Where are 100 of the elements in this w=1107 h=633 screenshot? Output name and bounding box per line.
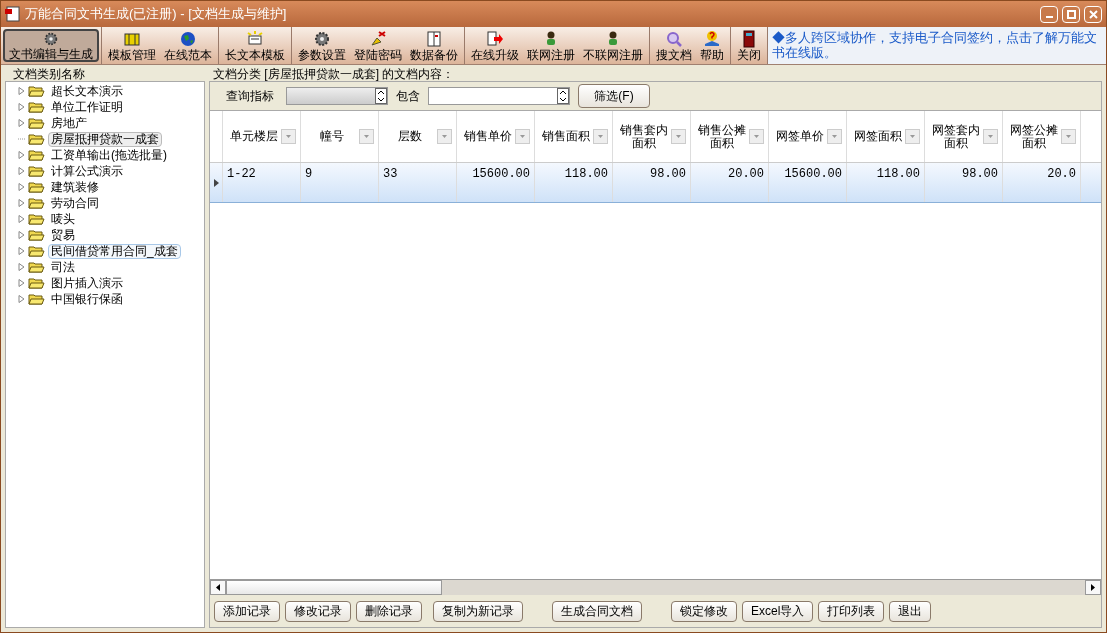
action-button[interactable]: 复制为新记录: [433, 600, 523, 622]
horizontal-scrollbar[interactable]: [210, 579, 1101, 595]
scroll-thumb[interactable]: [226, 580, 442, 595]
expand-arrow-icon[interactable]: [18, 247, 25, 255]
filter-button[interactable]: 筛选(F): [578, 84, 650, 108]
expand-arrow-icon[interactable]: [18, 215, 25, 223]
table-cell-text: 9: [305, 167, 313, 183]
column-header[interactable]: 网签单价: [769, 111, 847, 162]
field-dropdown[interactable]: [286, 87, 388, 105]
close-button[interactable]: [1084, 5, 1102, 23]
spinner-icon: [375, 88, 387, 104]
upgrade-icon: [486, 30, 504, 48]
tree-item[interactable]: 图片插入演示: [48, 275, 126, 291]
panel-title: 文档分类 [房屋抵押贷款一成套] 的文档内容：: [212, 67, 456, 81]
column-header[interactable]: 销售面积: [535, 111, 613, 162]
toolbar-button[interactable]: 长文本模板: [221, 27, 289, 64]
tree-item[interactable]: 超长文本演示: [48, 83, 126, 99]
column-header[interactable]: 网签公摊面积: [1003, 111, 1081, 162]
value-dropdown[interactable]: [428, 87, 570, 105]
minimize-button[interactable]: [1040, 5, 1058, 23]
tree-item[interactable]: 民间借贷常用合同_成套: [48, 243, 181, 259]
folder-icon: [28, 261, 45, 273]
maximize-button[interactable]: [1062, 5, 1080, 23]
help-icon: [703, 30, 721, 48]
column-header[interactable]: 层数: [379, 111, 457, 162]
folder-icon: [28, 245, 45, 257]
expand-arrow-icon[interactable]: [18, 263, 25, 271]
toolbar-button[interactable]: 在线升级: [467, 27, 523, 64]
action-button[interactable]: Excel导入: [742, 600, 814, 622]
tree-item[interactable]: 贸易: [48, 227, 78, 243]
expand-arrow-icon[interactable]: [18, 279, 25, 287]
table-cell-text: 118.00: [876, 167, 920, 183]
column-header[interactable]: 网签面积: [847, 111, 925, 162]
table-cell-text: 20.00: [728, 167, 764, 183]
table-cell-text: 118.00: [564, 167, 608, 183]
tree-item[interactable]: 房屋抵押贷款一成套: [48, 131, 162, 147]
tree-item[interactable]: 司法: [48, 259, 78, 275]
expand-arrow-icon[interactable]: [18, 295, 25, 303]
expand-arrow-icon[interactable]: [18, 167, 25, 175]
expand-arrow-icon[interactable]: [18, 151, 25, 159]
folder-icon: [28, 213, 45, 225]
toolbar-button[interactable]: 参数设置: [294, 27, 350, 64]
maximize-icon: [1066, 9, 1076, 19]
folder-icon: [28, 133, 45, 145]
tree-item[interactable]: 工资单输出(拖选批量): [48, 147, 170, 163]
toolbar-button[interactable]: 联网注册: [523, 27, 579, 64]
folder-icon: [28, 101, 45, 113]
scroll-left-icon[interactable]: [210, 580, 226, 595]
toolbar-button[interactable]: 登陆密码: [350, 27, 406, 64]
toolbar-button[interactable]: 搜文档: [652, 27, 696, 64]
table-cell-text: 15600.00: [472, 167, 530, 183]
table-cell-text: 98.00: [650, 167, 686, 183]
column-header[interactable]: 幢号: [301, 111, 379, 162]
promo-link[interactable]: ◆多人跨区域协作，支持电子合同签约，点击了解万能文书在线版。: [768, 27, 1106, 64]
expand-arrow-icon[interactable]: [18, 231, 25, 239]
table-cell-text: 1-22: [227, 167, 256, 183]
toolbar-button[interactable]: 模板管理: [104, 27, 160, 64]
column-header[interactable]: 单元楼层: [223, 111, 301, 162]
table-cell-text: 15600.00: [784, 167, 842, 183]
action-button[interactable]: 锁定修改: [671, 600, 737, 622]
toolbar-button[interactable]: 数据备份: [406, 27, 462, 64]
expand-arrow-icon[interactable]: [18, 87, 25, 95]
folder-icon: [28, 277, 45, 289]
tree-item[interactable]: 计算公式演示: [48, 163, 126, 179]
spinner-icon: [557, 88, 569, 104]
table-row[interactable]: 1-22 9 33 15600.00 118.00 98.00 20.00 15600.00 118.00 98.00 20.0: [210, 163, 1101, 203]
folder-icon: [28, 117, 45, 129]
toolbar-button[interactable]: 关闭: [733, 27, 765, 64]
action-button[interactable]: 退出: [889, 600, 932, 622]
expand-arrow-icon[interactable]: [18, 103, 25, 111]
action-button[interactable]: 修改记录: [285, 600, 351, 622]
tree-item[interactable]: 唛头: [48, 211, 78, 227]
column-header[interactable]: 销售套内面积: [613, 111, 691, 162]
tree-item[interactable]: 建筑装修: [48, 179, 102, 195]
toolbar-button[interactable]: 在线范本: [160, 27, 216, 64]
folder-icon: [28, 85, 45, 97]
app-icon: [5, 6, 21, 22]
scroll-right-icon[interactable]: [1085, 580, 1101, 595]
action-button[interactable]: 添加记录: [214, 600, 280, 622]
action-button[interactable]: 打印列表: [818, 600, 885, 622]
gear-icon: [42, 31, 60, 47]
folder-icon: [28, 149, 45, 161]
column-header[interactable]: 销售公摊面积: [691, 111, 769, 162]
column-header[interactable]: 销售单价: [457, 111, 535, 162]
action-button[interactable]: 删除记录: [356, 600, 422, 622]
door-icon: [740, 30, 758, 48]
expand-arrow-icon[interactable]: [18, 119, 25, 127]
table-cell-text: 98.00: [962, 167, 998, 183]
tree-item[interactable]: 房地产: [48, 115, 90, 131]
book-icon: [425, 30, 443, 48]
toolbar-button[interactable]: 不联网注册: [579, 27, 647, 64]
expand-arrow-icon[interactable]: [18, 183, 25, 191]
template-icon: [123, 30, 141, 48]
column-header[interactable]: 网签套内面积: [925, 111, 1003, 162]
toolbar-button[interactable]: 文书编辑与生成: [3, 29, 99, 62]
folder-icon: [28, 181, 45, 193]
expand-arrow-icon[interactable]: [18, 199, 25, 207]
panel-title: 文档类别名称: [12, 67, 86, 81]
action-button[interactable]: 生成合同文档: [552, 600, 642, 622]
toolbar-button[interactable]: 帮助: [696, 27, 728, 64]
